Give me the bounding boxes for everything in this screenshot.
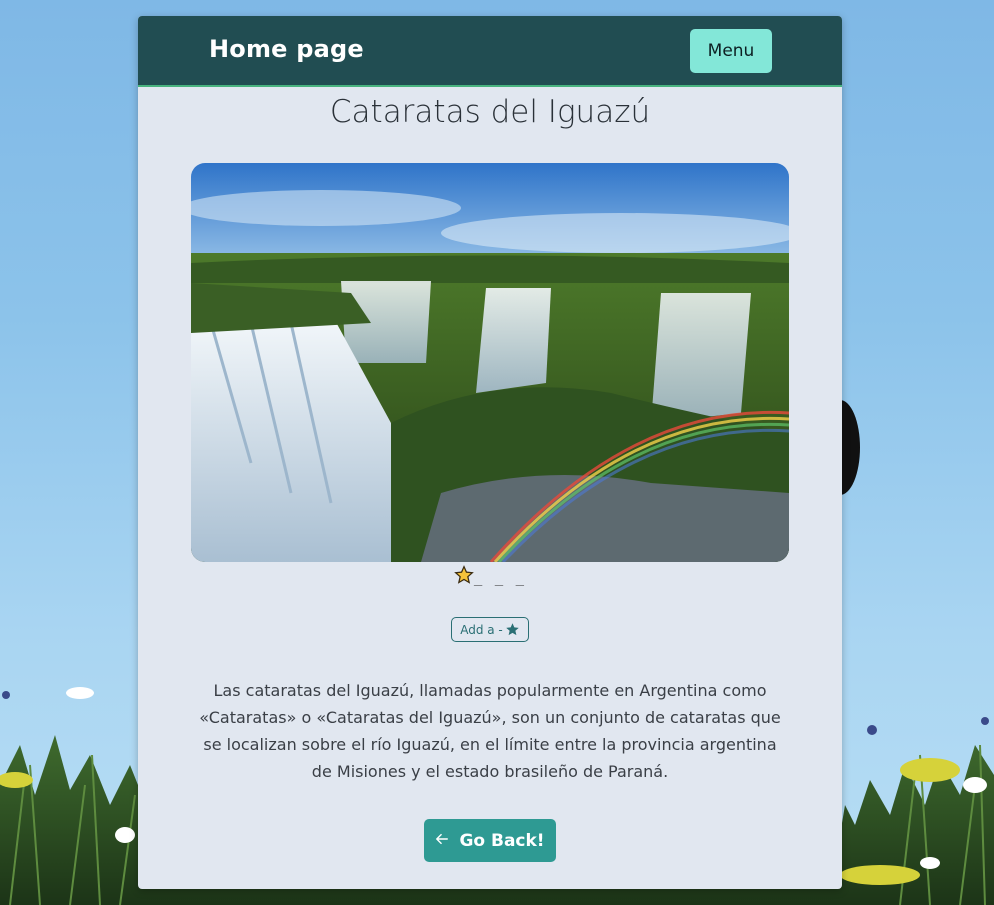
menu-button[interactable]: Menu (690, 29, 772, 73)
place-card: Home page Menu Cataratas del Iguazú _ _ … (138, 16, 842, 889)
page-title: Cataratas del Iguazú (329, 94, 651, 130)
add-rating-label: Add a - (460, 622, 503, 637)
add-rating-button[interactable]: Add a - (451, 617, 529, 642)
place-image (191, 163, 789, 562)
navbar: Home page Menu (138, 16, 842, 87)
place-description: Las cataratas del Iguazú, llamadas popul… (199, 681, 781, 781)
go-back-button[interactable]: Go Back! (424, 819, 556, 862)
star-filled-icon (454, 565, 474, 589)
rating: _ _ _ (138, 565, 842, 589)
empty-rating-slots: _ _ _ (473, 570, 527, 586)
arrow-left-icon (435, 831, 449, 851)
go-back-label: Go Back! (459, 830, 545, 851)
star-icon (505, 622, 520, 637)
home-page-link[interactable]: Home page (209, 35, 364, 63)
